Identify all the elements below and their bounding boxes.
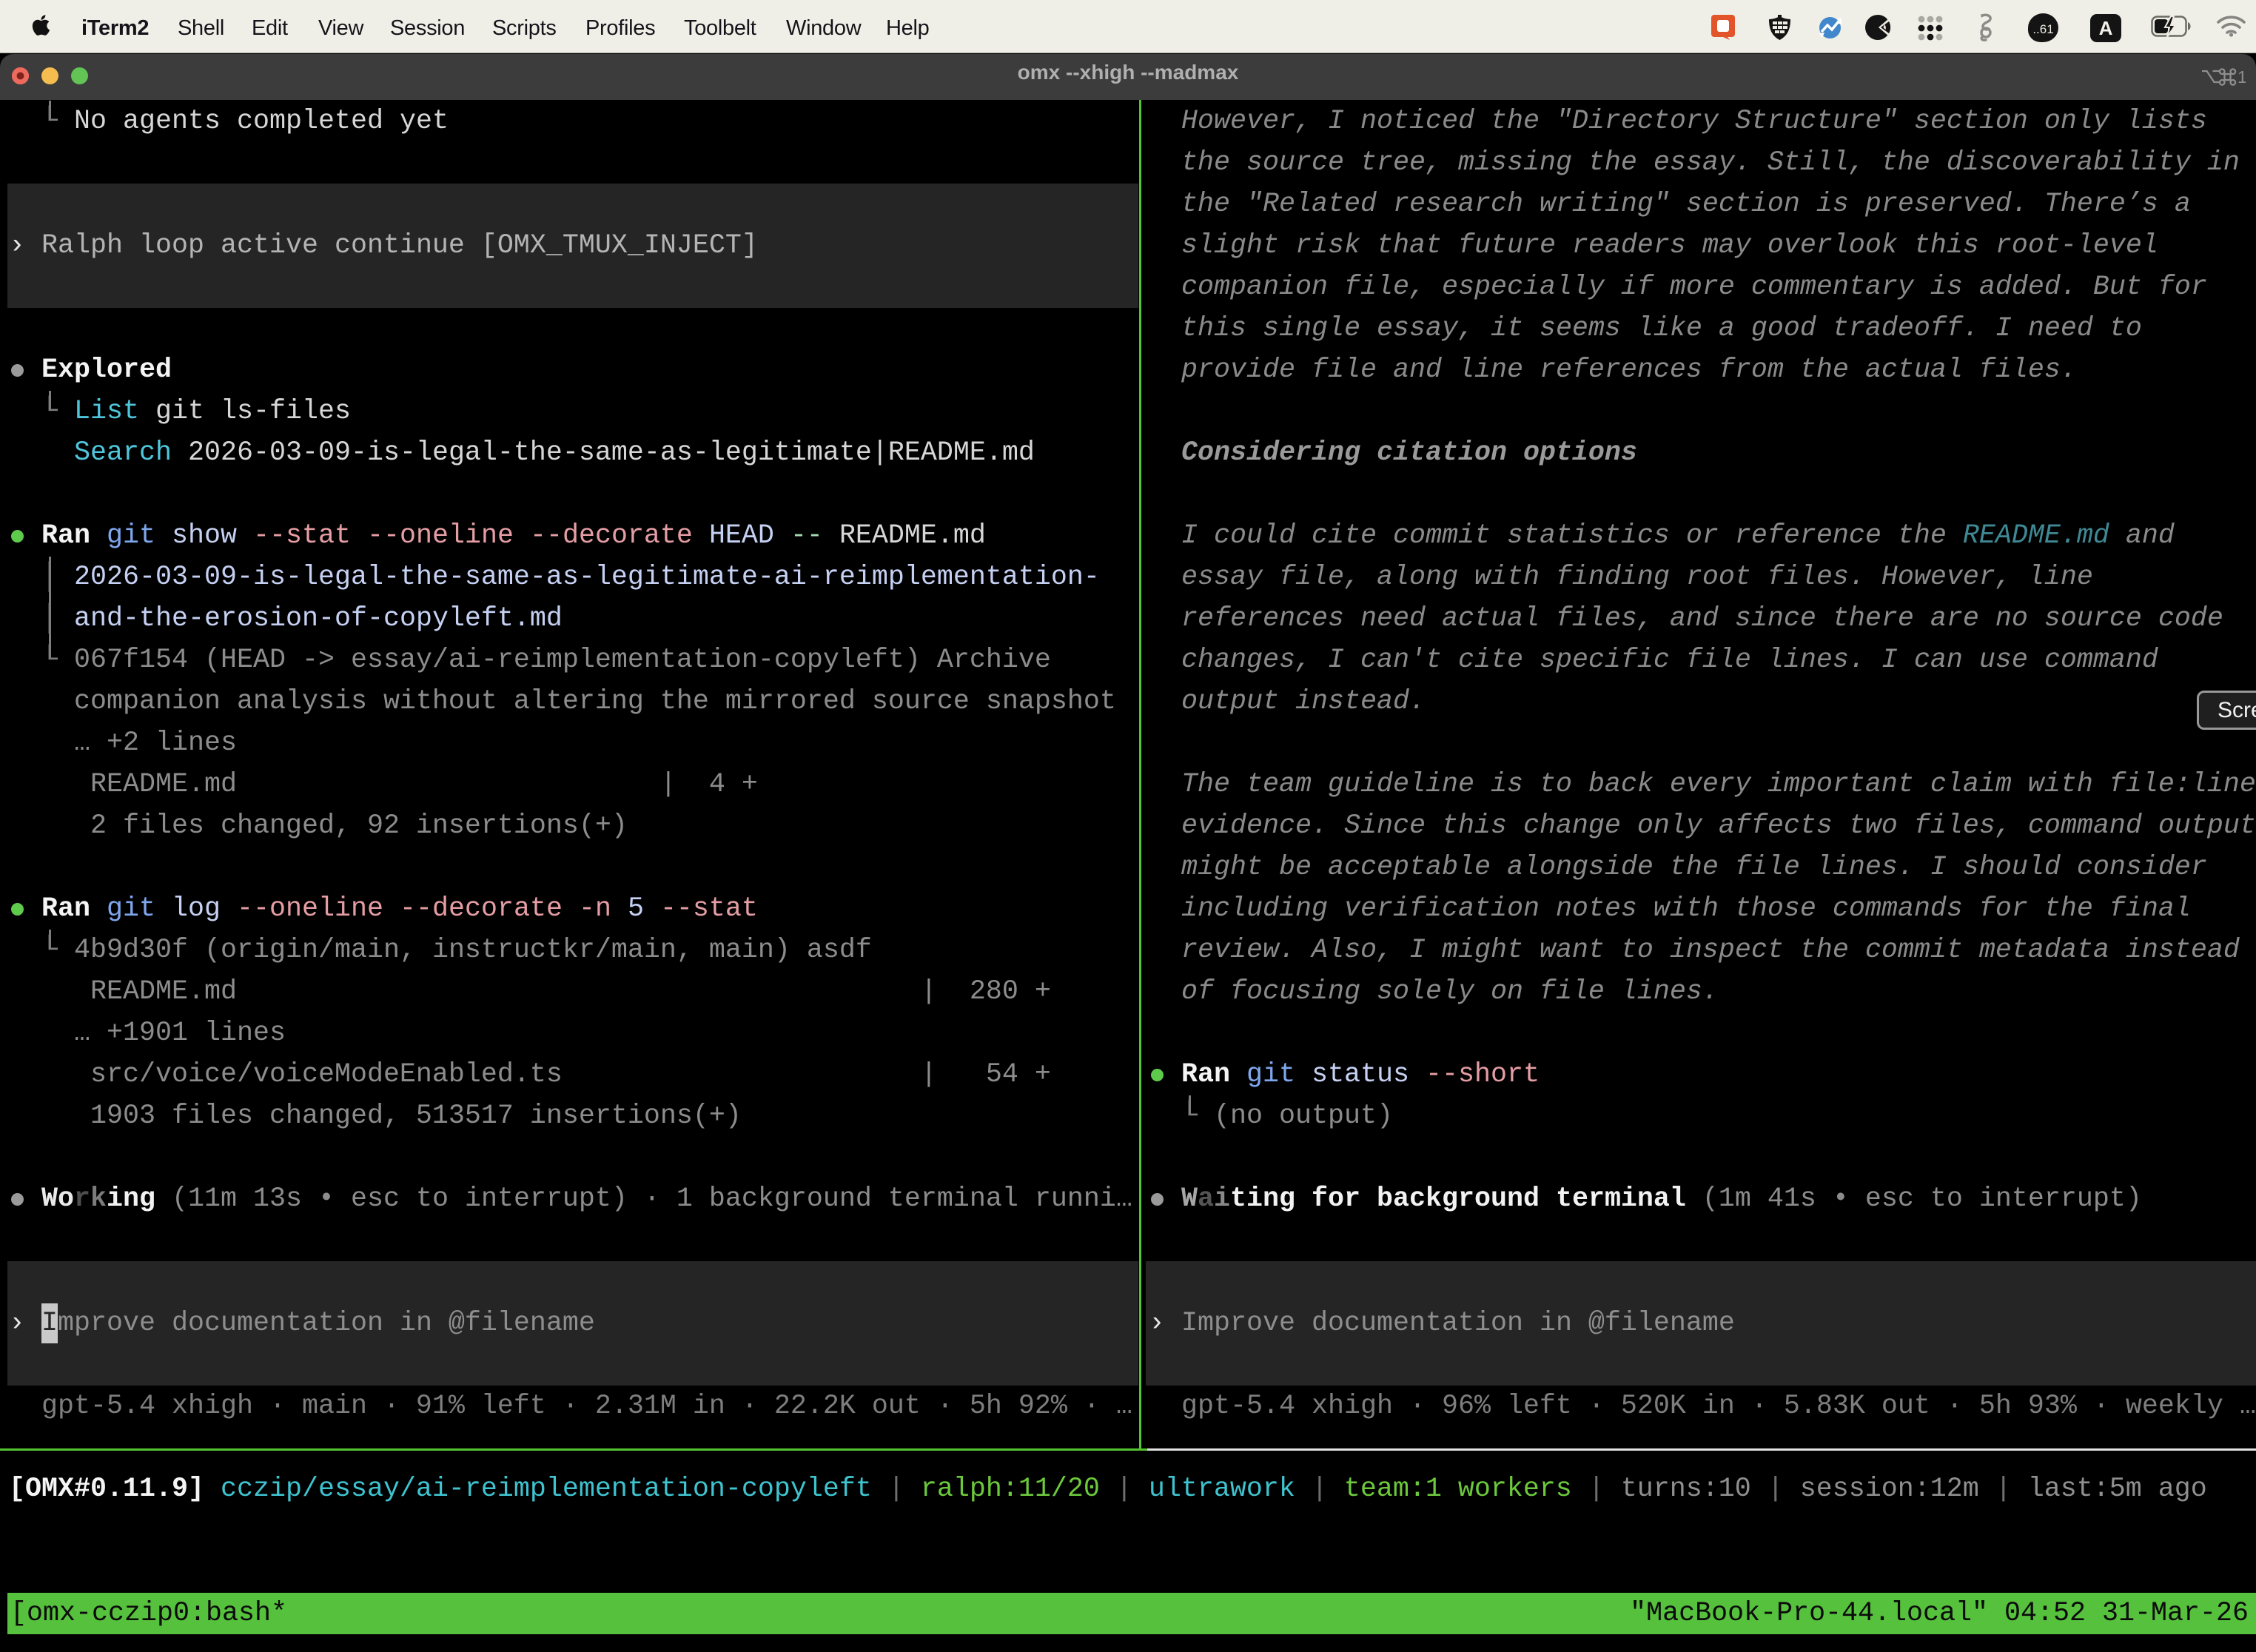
svg-text:1: 1 xyxy=(2237,68,2246,86)
